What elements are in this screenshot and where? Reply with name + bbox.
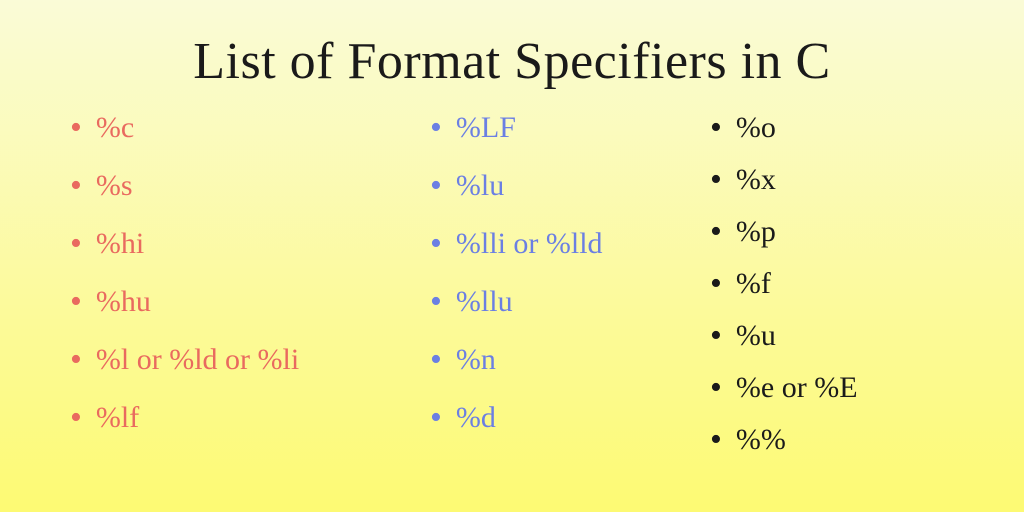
list-item: %f <box>710 267 930 301</box>
list-item: %hi <box>70 227 430 261</box>
specifier-text: %lf <box>96 403 139 433</box>
column-1: %c %s %hi %hu %l or %ld or %li %lf <box>70 111 430 475</box>
list-item: %lu <box>430 169 710 203</box>
columns-wrapper: %c %s %hi %hu %l or %ld or %li %lf %LF %… <box>70 111 954 475</box>
specifier-text: %l or %ld or %li <box>96 345 299 375</box>
list-item: %s <box>70 169 430 203</box>
document-container: List of Format Specifiers in C %c %s %hi… <box>0 0 1024 475</box>
list-item: %p <box>710 215 930 249</box>
specifier-text: %p <box>736 217 776 247</box>
list-item: %lli or %lld <box>430 227 710 261</box>
list-item: %llu <box>430 285 710 319</box>
specifier-text: %lli or %lld <box>456 229 603 259</box>
specifier-text: %s <box>96 171 133 201</box>
list-item: %LF <box>430 111 710 145</box>
specifier-text: %% <box>736 425 786 455</box>
list-item: %lf <box>70 401 430 435</box>
specifier-text: %e or %E <box>736 373 858 403</box>
list-item: %% <box>710 423 930 457</box>
list-item: %e or %E <box>710 371 930 405</box>
specifier-text: %u <box>736 321 776 351</box>
specifier-text: %hu <box>96 287 151 317</box>
list-item: %n <box>430 343 710 377</box>
list-item: %hu <box>70 285 430 319</box>
specifier-text: %n <box>456 345 496 375</box>
specifier-text: %x <box>736 165 776 195</box>
specifier-text: %hi <box>96 229 144 259</box>
specifier-text: %LF <box>456 113 516 143</box>
list-item: %c <box>70 111 430 145</box>
specifier-text: %lu <box>456 171 504 201</box>
list-item: %l or %ld or %li <box>70 343 430 377</box>
specifier-text: %d <box>456 403 496 433</box>
list-item: %d <box>430 401 710 435</box>
specifier-text: %llu <box>456 287 513 317</box>
list-item: %o <box>710 111 930 145</box>
specifier-text: %c <box>96 113 134 143</box>
column-2: %LF %lu %lli or %lld %llu %n %d <box>430 111 710 475</box>
specifier-text: %f <box>736 269 771 299</box>
page-title: List of Format Specifiers in C <box>70 32 954 91</box>
list-item: %u <box>710 319 930 353</box>
list-item: %x <box>710 163 930 197</box>
column-3: %o %x %p %f %u %e or %E %% <box>710 111 930 475</box>
specifier-text: %o <box>736 113 776 143</box>
